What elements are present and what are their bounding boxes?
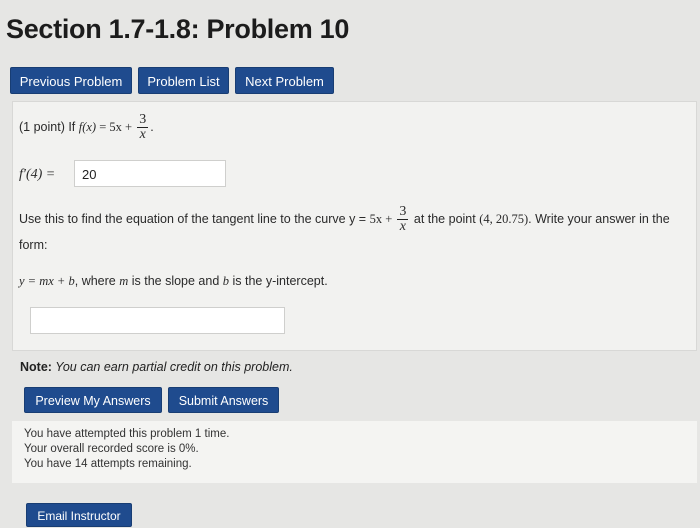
derivative-answer-input[interactable]: 20 [74,160,226,187]
tangent-math: 5x + [369,211,396,226]
tangent-fraction-denominator: x [399,219,406,234]
tangent-text-1: Use this to find the equation of the tan… [19,211,370,226]
fraction: 3x [137,112,149,142]
form-equation: y = mx + b [19,274,75,288]
note-text: You can earn partial credit on this prob… [51,360,293,374]
statement-end: . [150,119,154,134]
previous-problem-button[interactable]: Previous Problem [10,67,132,94]
function-expression: = 5x + [96,119,136,134]
tangent-answer-input[interactable] [30,307,285,334]
recorded-score: Your overall recorded score is 0%. [24,443,199,455]
function-name: f(x) [78,119,97,134]
tangent-fraction: 3x [397,204,409,234]
next-problem-button[interactable]: Next Problem [235,67,334,94]
problem-statement: (1 point) If f(x) = 5x + 3x. [19,113,154,142]
submit-answers-button[interactable]: Submit Answers [168,387,279,413]
points-label: (1 point) If [19,119,79,134]
page-title: Section 1.7-1.8: Problem 10 [6,14,350,44]
form-text-3: is the y-intercept. [229,274,328,288]
form-text-2: is the slope and [128,274,223,288]
preview-answers-button[interactable]: Preview My Answers [24,387,162,413]
attempt-status: You have attempted this problem 1 time. … [12,421,697,483]
email-instructor-button[interactable]: Email Instructor [26,503,132,527]
partial-credit-note: Note: You can earn partial credit on thi… [20,360,293,374]
derivative-label: f′(4) = [19,167,56,182]
fraction-numerator: 3 [137,112,149,128]
note-label: Note: [20,360,52,374]
problem-list-button[interactable]: Problem List [138,67,229,94]
derivative-answer-value: 20 [82,167,97,182]
tangent-point: (4, 20.75) [479,211,529,226]
form-label: form: [19,238,48,252]
tangent-text-2: at the point [410,211,480,226]
attempts-remaining: You have 14 attempts remaining. [24,458,192,470]
form-text-1: , where [74,274,120,288]
form-description: y = mx + b, where m is the slope and b i… [19,274,328,289]
tangent-text-3: . Write your answer in the [528,211,670,226]
fraction-denominator: x [139,127,146,142]
attempts-made: You have attempted this problem 1 time. [24,428,230,440]
form-m: m [119,274,129,288]
tangent-fraction-numerator: 3 [397,204,409,220]
tangent-instruction: Use this to find the equation of the tan… [19,205,670,234]
